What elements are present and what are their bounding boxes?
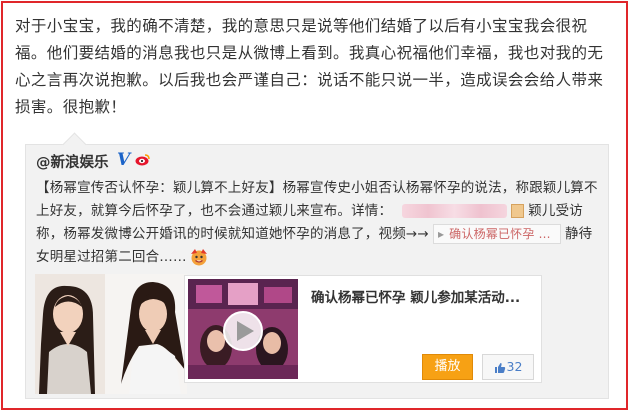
video-card[interactable]: 确认杨幂已怀孕 颖儿参加某活动... 播放 32 [184, 275, 542, 383]
repost-author[interactable]: @新浪娱乐 [36, 151, 109, 172]
video-link[interactable]: ▸ 确认杨幂已怀孕 ... [432, 224, 561, 244]
emoji-icon [190, 249, 207, 266]
video-title[interactable]: 确认杨幂已怀孕 颖儿参加某活动... [311, 286, 520, 306]
like-button[interactable]: 32 [482, 354, 534, 380]
like-count: 32 [506, 359, 523, 374]
blurred-link [402, 204, 508, 218]
screenshot-frame: 对于小宝宝，我的确不清楚，我的意思只是说等他们结婚了以后有小宝宝我会很祝福。他们… [1, 1, 628, 410]
repost-body: 【杨幂宣传否认怀孕：颖儿算不上好友】杨幂宣传史小姐否认杨幂怀孕的说法，称跟颖儿算… [36, 177, 602, 269]
post-text: 对于小宝宝，我的确不清楚，我的意思只是说等他们结婚了以后有小宝宝我会很祝福。他们… [15, 17, 604, 116]
video-thumbnail-image [188, 279, 298, 379]
video-thumbnail[interactable] [188, 279, 298, 379]
weibo-member-icon [135, 154, 150, 166]
attached-photo[interactable] [35, 274, 187, 394]
two-actresses-image [35, 274, 187, 394]
repost-card: @新浪娱乐 V 【杨幂宣传否认怀孕：颖儿算不上好友】杨幂宣传史小姐否认杨幂怀孕的… [25, 132, 609, 399]
play-button[interactable]: 播放 [422, 354, 473, 380]
thumbs-up-icon [494, 362, 505, 373]
video-link-arrow-icon: ▸ [437, 227, 445, 241]
verified-v-icon: V [117, 150, 131, 170]
video-link-text: 确认杨幂已怀孕 ... [449, 227, 551, 241]
file-icon [511, 204, 525, 218]
